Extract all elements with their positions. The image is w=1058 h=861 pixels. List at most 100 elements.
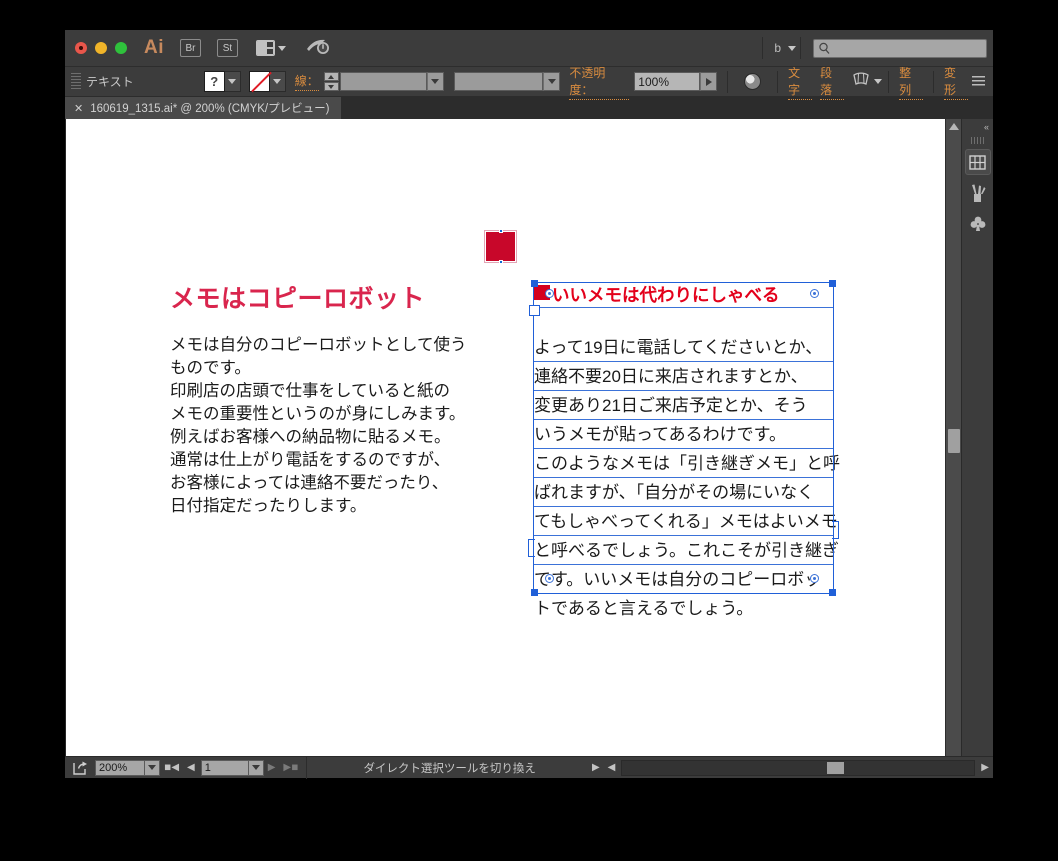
stroke-dropdown-button[interactable]	[269, 71, 286, 92]
left-text-column[interactable]: メモはコピーロボット メモは自分のコピーロボットとして使う ものです。 印刷店の…	[170, 279, 470, 518]
vertical-scrollbar[interactable]	[945, 119, 961, 778]
vertical-scroll-thumb[interactable]	[948, 429, 960, 453]
illustrator-window: Ai Br St b テキスト ? 線： 不透明度： 100% 文字 段落 整列…	[65, 30, 993, 779]
swatches-panel-button[interactable]	[964, 149, 991, 175]
selection-handle[interactable]	[498, 260, 503, 264]
scroll-right-icon[interactable]: ▶	[588, 762, 604, 773]
transform-panel-link[interactable]: 変形	[944, 64, 968, 100]
text-in-bracket[interactable]	[528, 539, 535, 557]
text-in-port[interactable]	[545, 289, 554, 298]
stroke-swatch-none[interactable]	[248, 71, 270, 92]
last-page-icon[interactable]: ▶◾	[279, 762, 302, 773]
body-line: 日付指定だったりします。	[170, 497, 367, 515]
first-page-icon[interactable]: ◾◀	[160, 762, 183, 773]
panel-menu-icon[interactable]	[972, 76, 985, 87]
arrow-right-icon	[705, 77, 712, 86]
paragraph-panel-link[interactable]: 段落	[820, 64, 845, 100]
recolor-artwork-icon[interactable]	[744, 73, 762, 90]
selection-frame	[484, 230, 517, 263]
page-number-dropdown[interactable]	[248, 759, 264, 776]
align-panel-link[interactable]: 整列	[899, 64, 924, 100]
selection-handle[interactable]	[829, 589, 836, 596]
body-line: と呼べるでしょう。これこそが引き継ぎ	[534, 536, 839, 565]
zoom-level-input[interactable]: 200%	[95, 759, 145, 776]
stroke-weight-label[interactable]: 線：	[294, 72, 319, 91]
opacity-label[interactable]: 不透明度：	[569, 64, 630, 100]
horizontal-scroll-thumb[interactable]	[827, 761, 845, 774]
collapse-panels-icon[interactable]: «	[962, 119, 993, 134]
search-input[interactable]	[813, 38, 987, 58]
next-page-icon[interactable]: ▶	[264, 762, 280, 773]
selection-handle[interactable]	[829, 280, 836, 287]
body-line: トであると言えるでしょう。	[534, 599, 754, 618]
close-icon[interactable]: ✕	[74, 102, 83, 115]
export-selection-icon[interactable]	[65, 761, 95, 775]
stroke-profile-field[interactable]	[453, 72, 544, 91]
stroke-weight-field[interactable]	[339, 72, 427, 91]
stroke-profile-dropdown[interactable]	[543, 72, 561, 91]
opacity-input[interactable]: 100%	[634, 72, 701, 91]
selected-text-frame[interactable]: いいメモは代わりにしゃべる よって19日に電話してくださいとか、 連絡不要20日…	[528, 280, 840, 618]
workspace-switcher[interactable]: b	[767, 41, 788, 55]
zoom-level-dropdown[interactable]	[145, 759, 160, 776]
prev-page-icon[interactable]: ◀	[183, 762, 199, 773]
canvas[interactable]: メモはコピーロボット メモは自分のコピーロボットとして使う ものです。 印刷店の…	[65, 119, 945, 778]
text-anchor-port[interactable]	[545, 574, 554, 583]
body-line: 通常は仕上がり電話をするのですが、	[170, 451, 451, 469]
illustrator-go-icon[interactable]	[306, 36, 330, 61]
brushes-panel-button[interactable]	[965, 180, 991, 206]
text-out-port[interactable]	[810, 574, 819, 583]
text-frame-anchor[interactable]	[529, 305, 540, 316]
text-out-bracket[interactable]	[832, 521, 839, 539]
fill-swatch[interactable]: ?	[203, 71, 225, 92]
body-line: お客様によっては連絡不要だったり、	[170, 474, 449, 492]
body-line: このようなメモは「引き継ぎメモ」と呼	[534, 449, 840, 478]
stroke-weight-stepper[interactable]	[323, 72, 339, 91]
stepper-down-icon[interactable]	[323, 82, 339, 91]
red-square-object[interactable]	[484, 229, 517, 264]
selection-handle[interactable]	[531, 589, 538, 596]
document-tab-title: 160619_1315.ai* @ 200% (CMYK/プレビュー)	[90, 103, 330, 115]
close-window-button[interactable]	[75, 42, 87, 54]
chevron-down-icon[interactable]	[874, 79, 883, 84]
page-number-input[interactable]: 1	[200, 759, 249, 776]
selection-handle[interactable]	[531, 280, 538, 287]
opacity-flyout-button[interactable]	[700, 72, 718, 91]
maximize-window-button[interactable]	[115, 42, 127, 54]
symbols-panel-button[interactable]	[965, 211, 991, 237]
text-frame-heading: いいメモは代わりにしゃべる	[534, 283, 833, 308]
titlebar-right: b	[758, 37, 993, 59]
artboard[interactable]: メモはコピーロボット メモは自分のコピーロボットとして使う ものです。 印刷店の…	[66, 119, 945, 778]
body-line: ばれますが、「自分がその場にいなく	[534, 478, 833, 507]
stock-button[interactable]: St	[217, 39, 238, 57]
document-tab[interactable]: ✕ 160619_1315.ai* @ 200% (CMYK/プレビュー)	[65, 97, 343, 119]
chevron-down-icon	[228, 79, 237, 84]
body-line: です。いいメモは自分のコピーロボッ	[534, 565, 833, 594]
minimize-window-button[interactable]	[95, 42, 107, 54]
status-message: ダイレクト選択ツールを切り換え	[363, 762, 536, 775]
control-bar-right	[972, 76, 985, 87]
arrange-documents-button[interactable]	[256, 40, 286, 56]
text-frame-body: よって19日に電話してくださいとか、 連絡不要20日に来店されますとか、 変更あ…	[534, 333, 840, 623]
stepper-up-icon[interactable]	[323, 72, 339, 81]
fill-color-control[interactable]: ?	[203, 71, 241, 92]
envelope-warp-icon[interactable]	[852, 71, 870, 92]
scroll-up-icon[interactable]	[948, 123, 959, 130]
selection-handle[interactable]	[498, 229, 503, 233]
dock-grip[interactable]	[970, 137, 985, 144]
left-column-heading: メモはコピーロボット	[170, 285, 426, 313]
scroll-left-icon[interactable]: ◀	[604, 762, 620, 773]
horizontal-scrollbar[interactable]	[621, 759, 976, 776]
chevron-down-icon[interactable]	[788, 45, 796, 51]
fill-dropdown-button[interactable]	[224, 71, 241, 92]
stroke-weight-dropdown[interactable]	[426, 72, 444, 91]
scroll-right-end-icon[interactable]: ▶	[977, 762, 993, 773]
panel-dock: «	[961, 119, 993, 778]
active-tool-label: テキスト	[85, 75, 134, 89]
bridge-button[interactable]: Br	[180, 39, 201, 57]
text-thread-port[interactable]	[810, 289, 819, 298]
character-panel-link[interactable]: 文字	[788, 64, 813, 100]
control-bar-grip[interactable]	[71, 72, 81, 91]
control-bar: テキスト ? 線： 不透明度： 100% 文字 段落 整列 変形	[65, 64, 993, 100]
stroke-color-control[interactable]	[248, 71, 286, 92]
